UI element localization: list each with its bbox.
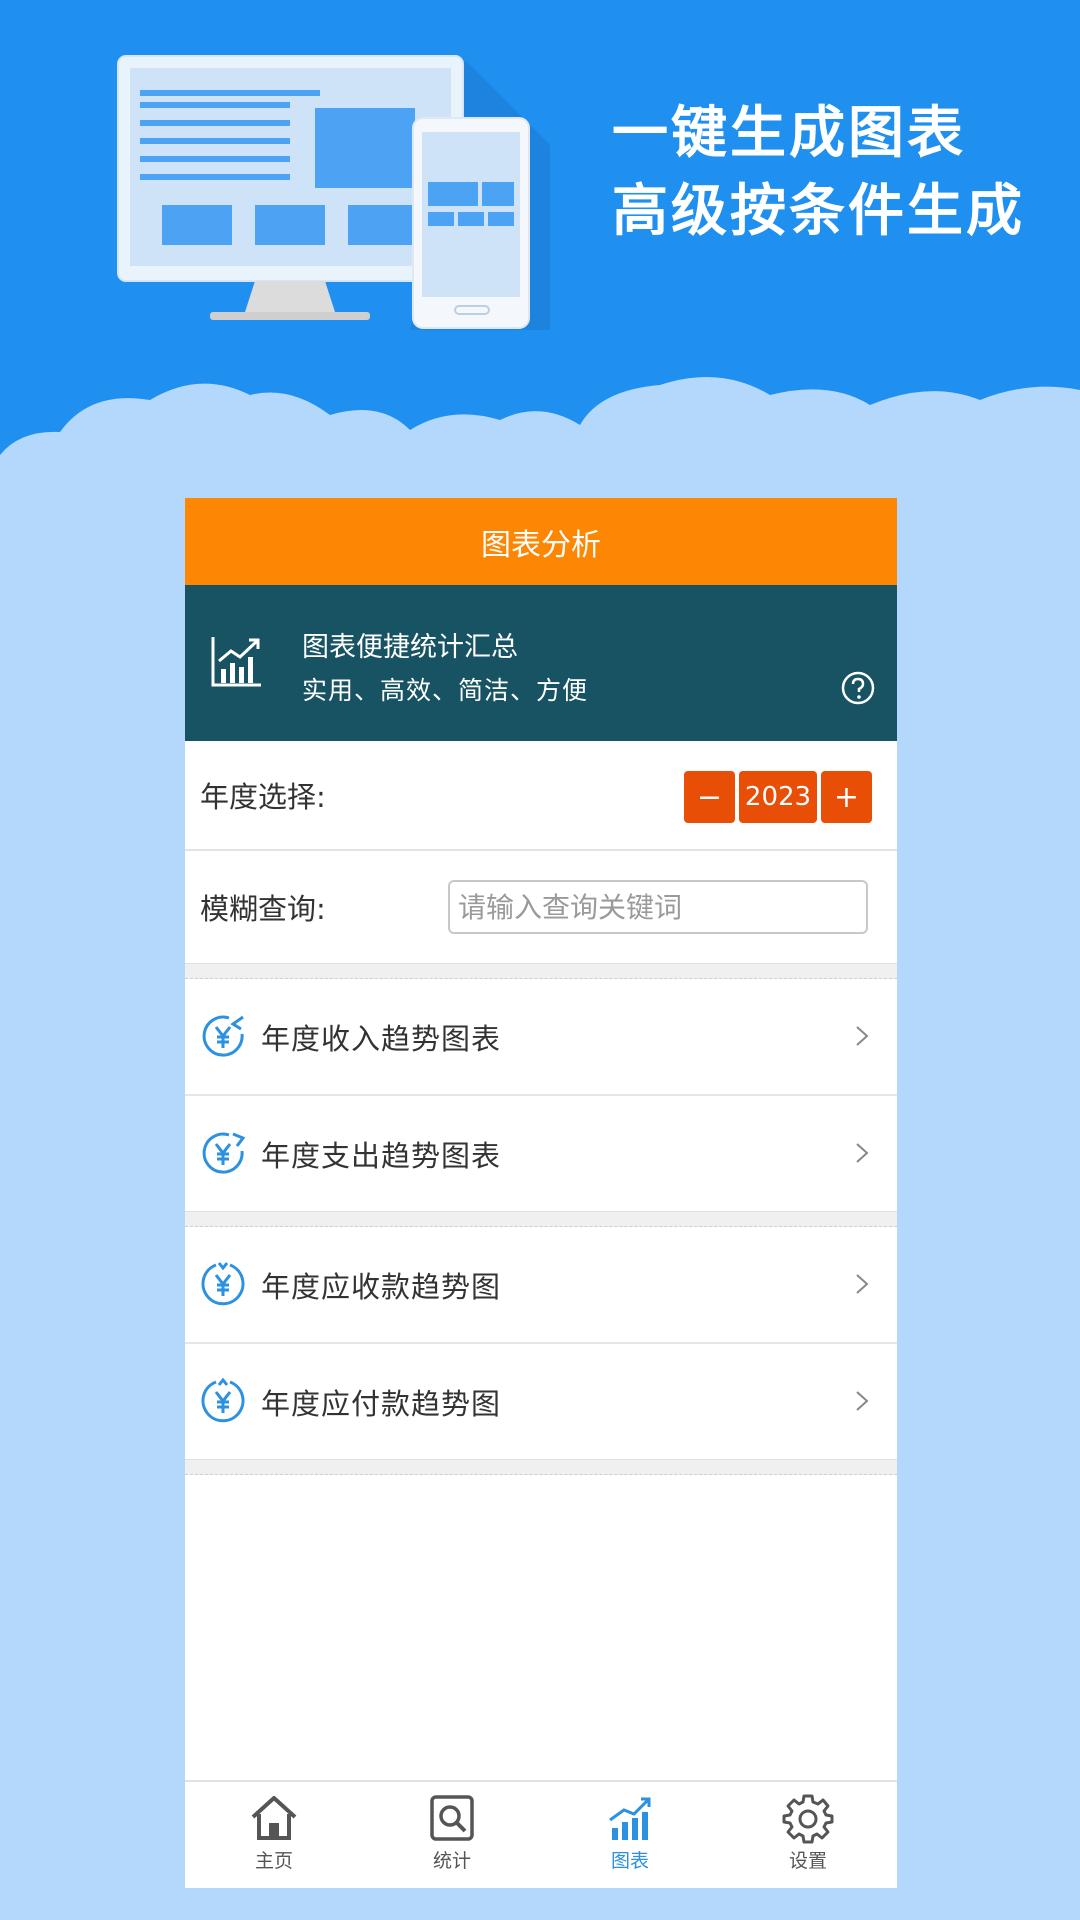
list-item-expense-trend[interactable]: 年度支出趋势图表 bbox=[185, 1096, 897, 1211]
section-divider bbox=[185, 1459, 897, 1475]
banner-title: 图表便捷统计汇总 bbox=[302, 632, 518, 663]
chevron-right-icon bbox=[856, 1143, 869, 1163]
chart-list-group-2: 年度应收款趋势图 年度应付款趋势图 bbox=[185, 1227, 897, 1459]
section-divider bbox=[185, 1211, 897, 1227]
info-banner: 图表便捷统计汇总 实用、高效、简洁、方便 bbox=[185, 585, 897, 741]
tab-label: 主页 bbox=[254, 1850, 293, 1872]
banner-subtitle: 实用、高效、简洁、方便 bbox=[302, 676, 589, 705]
page-title: 图表分析 bbox=[481, 527, 601, 563]
cloud-divider bbox=[0, 377, 1080, 490]
year-increment-button[interactable]: + bbox=[821, 771, 872, 823]
help-circle-icon[interactable] bbox=[841, 671, 875, 705]
tab-label: 设置 bbox=[788, 1850, 827, 1872]
gear-icon bbox=[782, 1794, 834, 1844]
yen-payable-icon bbox=[201, 1377, 245, 1423]
chart-growth-icon bbox=[211, 637, 261, 687]
tab-home[interactable]: 主页 bbox=[185, 1782, 363, 1888]
year-decrement-button[interactable]: − bbox=[684, 771, 735, 823]
tab-charts[interactable]: 图表 bbox=[541, 1782, 719, 1888]
tab-settings[interactable]: 设置 bbox=[719, 1782, 897, 1888]
tab-label: 统计 bbox=[432, 1850, 471, 1872]
year-value: 2023 bbox=[739, 771, 817, 823]
yen-arrow-in-icon bbox=[202, 1015, 244, 1057]
chevron-right-icon bbox=[856, 1274, 869, 1294]
yen-arrow-out-icon bbox=[202, 1132, 246, 1174]
search-stats-icon bbox=[430, 1795, 474, 1841]
yen-receivable-icon bbox=[201, 1262, 245, 1306]
app-screen: 图表分析 图表便捷统计汇总 实用、高效、简洁、方便 年度选择: − 2023 +… bbox=[185, 498, 897, 1888]
list-item-label: 年度收入趋势图表 bbox=[261, 1021, 502, 1056]
tab-label: 图表 bbox=[610, 1850, 649, 1872]
search-label: 模糊查询: bbox=[200, 892, 326, 926]
app-title-bar: 图表分析 bbox=[185, 498, 897, 585]
search-input[interactable] bbox=[448, 880, 868, 934]
chart-list-group-1: 年度收入趋势图表 年度支出趋势图表 bbox=[185, 979, 897, 1211]
section-divider bbox=[185, 963, 897, 979]
list-item-income-trend[interactable]: 年度收入趋势图表 bbox=[185, 979, 897, 1096]
home-icon bbox=[251, 1796, 297, 1840]
devices-illustration bbox=[117, 55, 550, 330]
bar-chart-icon bbox=[609, 1797, 651, 1840]
promo-line-1: 一键生成图表 bbox=[612, 101, 966, 166]
search-row: 模糊查询: bbox=[185, 851, 897, 963]
list-item-payable-trend[interactable]: 年度应付款趋势图 bbox=[185, 1344, 897, 1459]
year-selector-row: 年度选择: − 2023 + bbox=[185, 741, 897, 851]
list-item-label: 年度支出趋势图表 bbox=[261, 1138, 502, 1173]
bottom-tab-bar: 主页 统计 图表 设置 bbox=[185, 1780, 897, 1888]
year-stepper: − 2023 + bbox=[684, 771, 872, 823]
year-selector-label: 年度选择: bbox=[200, 780, 326, 814]
chevron-right-icon bbox=[856, 1391, 869, 1411]
chevron-right-icon bbox=[856, 1026, 869, 1046]
list-item-receivable-trend[interactable]: 年度应收款趋势图 bbox=[185, 1227, 897, 1344]
tab-stats[interactable]: 统计 bbox=[363, 1782, 541, 1888]
list-item-label: 年度应收款趋势图 bbox=[261, 1269, 502, 1304]
list-item-label: 年度应付款趋势图 bbox=[261, 1386, 502, 1421]
promo-line-2: 高级按条件生成 bbox=[612, 179, 1025, 244]
